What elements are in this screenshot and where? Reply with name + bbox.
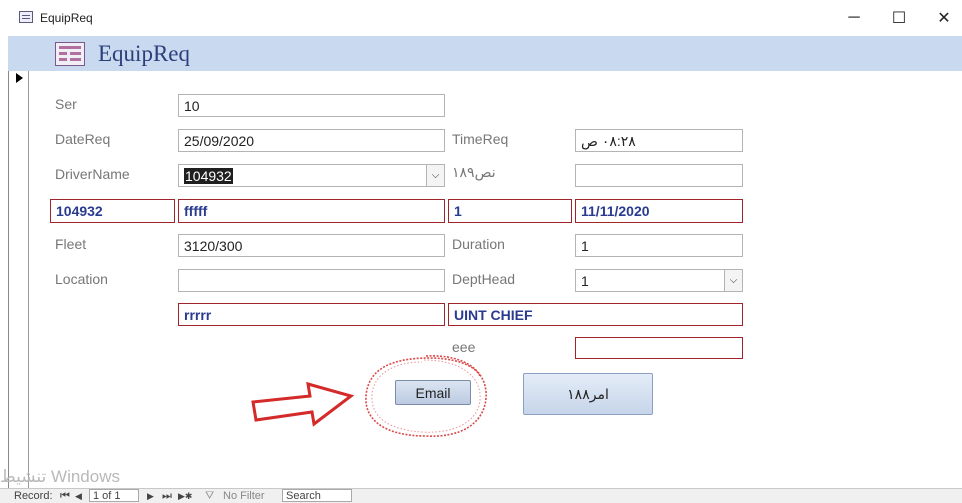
no-filter-label[interactable]: No Filter [223,490,265,502]
search-box[interactable]: Search [282,489,352,502]
depthead-label: DeptHead [452,271,516,287]
datereq-label: DateReq [55,131,111,147]
depthead-dropdown-icon[interactable]: ⌵ [724,270,742,291]
duration-field[interactable]: 1 [575,234,743,257]
first-record-icon[interactable]: ⏮ [60,490,70,503]
driver-name-computed[interactable]: fffff [178,199,445,223]
depthead-value: 1 [581,273,589,289]
prev-record-icon[interactable]: ◀ [75,491,82,502]
count-computed[interactable]: 1 [448,199,572,223]
location-field[interactable] [178,269,445,292]
activation-watermark: تنشيط Windows [0,467,120,486]
filter-icon[interactable]: ⛛ [205,490,214,503]
location-computed[interactable]: rrrrr [178,303,445,326]
datereq-field[interactable]: 25/09/2020 [178,129,445,152]
maximize-button[interactable]: ☐ [876,4,922,32]
title-bar [0,0,962,36]
timereq-field[interactable]: ٠٨:٢٨ ص [575,129,743,152]
order-188-button[interactable]: امر١٨٨ [523,373,653,415]
location-label: Location [55,271,108,287]
close-button[interactable]: ✕ [921,4,962,32]
dept-computed[interactable]: UINT CHIEF [448,303,743,326]
fleet-field[interactable]: 3120/300 [178,234,445,257]
drivername-value: 104932 [184,168,233,184]
minimize-button[interactable]: ─ [831,4,877,32]
ser-label: Ser [55,96,77,112]
drivername-combo[interactable]: 104932 ⌵ [178,164,445,187]
form-icon [55,42,85,66]
record-navigation-bar: Record: ⏮ ◀ 1 of 1 ▶ ⏭ ▶✱ ⛛ No Filter Se… [0,488,962,503]
duration-label: Duration [452,236,505,252]
form-title: EquipReq [98,41,190,66]
red-arrow-annotation-icon [251,381,355,427]
date-computed[interactable]: 11/11/2020 [575,199,743,223]
new-record-icon[interactable]: ▶✱ [178,491,192,502]
current-record-icon [16,73,23,83]
drivername-label: DriverName [55,166,130,182]
nas189-label: نص١٨٩ [452,164,496,180]
eee-field[interactable] [575,337,743,359]
depthead-combo[interactable]: 1 ⌵ [575,269,743,292]
form-left-border [8,71,9,491]
driver-id-computed[interactable]: 104932 [50,199,175,223]
nas189-field[interactable] [575,164,743,187]
record-label: Record: [14,490,53,502]
record-selector[interactable] [12,71,29,491]
form-app-icon [19,11,33,23]
ser-field[interactable]: 10 [178,94,445,117]
drivername-dropdown-icon[interactable]: ⌵ [426,165,444,186]
timereq-label: TimeReq [452,131,509,147]
email-button[interactable]: Email [395,380,471,405]
last-record-icon[interactable]: ⏭ [162,490,172,503]
window-title: EquipReq [40,11,93,25]
fleet-label: Fleet [55,236,87,252]
next-record-icon[interactable]: ▶ [147,491,154,502]
record-position-field[interactable]: 1 of 1 [89,489,139,502]
